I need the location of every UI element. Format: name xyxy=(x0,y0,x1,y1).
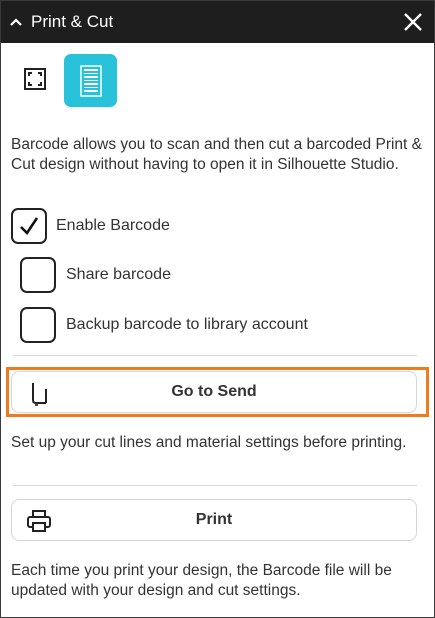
chevron-up-icon[interactable] xyxy=(1,1,31,43)
checkbox-box[interactable] xyxy=(20,307,56,343)
print-and-cut-panel: Print & Cut Barcode allows you to scan a… xyxy=(0,0,435,618)
tab-barcode[interactable] xyxy=(64,54,117,107)
checkmark-icon xyxy=(20,217,39,236)
backup-barcode-checkbox[interactable]: Backup barcode to library account xyxy=(20,307,308,343)
enable-barcode-label: Enable Barcode xyxy=(56,217,170,234)
crop-frame-icon xyxy=(24,68,46,90)
barcode-description: Barcode allows you to scan and then cut … xyxy=(11,136,422,173)
printer-icon xyxy=(27,510,51,532)
share-barcode-checkbox[interactable]: Share barcode xyxy=(20,257,171,293)
divider xyxy=(13,485,417,486)
go-to-send-button[interactable]: Go to Send xyxy=(11,371,417,413)
print-hint: Each time you print your design, the Bar… xyxy=(11,562,392,599)
checkbox-box[interactable] xyxy=(20,257,56,293)
mode-tabs xyxy=(1,43,434,111)
print-label: Print xyxy=(195,511,233,528)
cutter-blade-icon xyxy=(32,383,47,406)
divider xyxy=(13,355,417,356)
checkbox-box[interactable] xyxy=(11,208,47,244)
print-button[interactable]: Print xyxy=(11,499,417,541)
share-barcode-label: Share barcode xyxy=(66,266,171,283)
barcode-icon xyxy=(79,64,102,97)
backup-barcode-label: Backup barcode to library account xyxy=(66,316,308,333)
panel-title: Print & Cut xyxy=(31,12,114,31)
enable-barcode-checkbox[interactable]: Enable Barcode xyxy=(11,208,170,244)
go-to-send-label: Go to Send xyxy=(171,383,257,400)
close-icon[interactable] xyxy=(398,7,428,37)
title-bar: Print & Cut xyxy=(1,1,434,43)
send-hint: Set up your cut lines and material setti… xyxy=(11,434,407,451)
tab-crop-frame[interactable] xyxy=(19,63,51,95)
